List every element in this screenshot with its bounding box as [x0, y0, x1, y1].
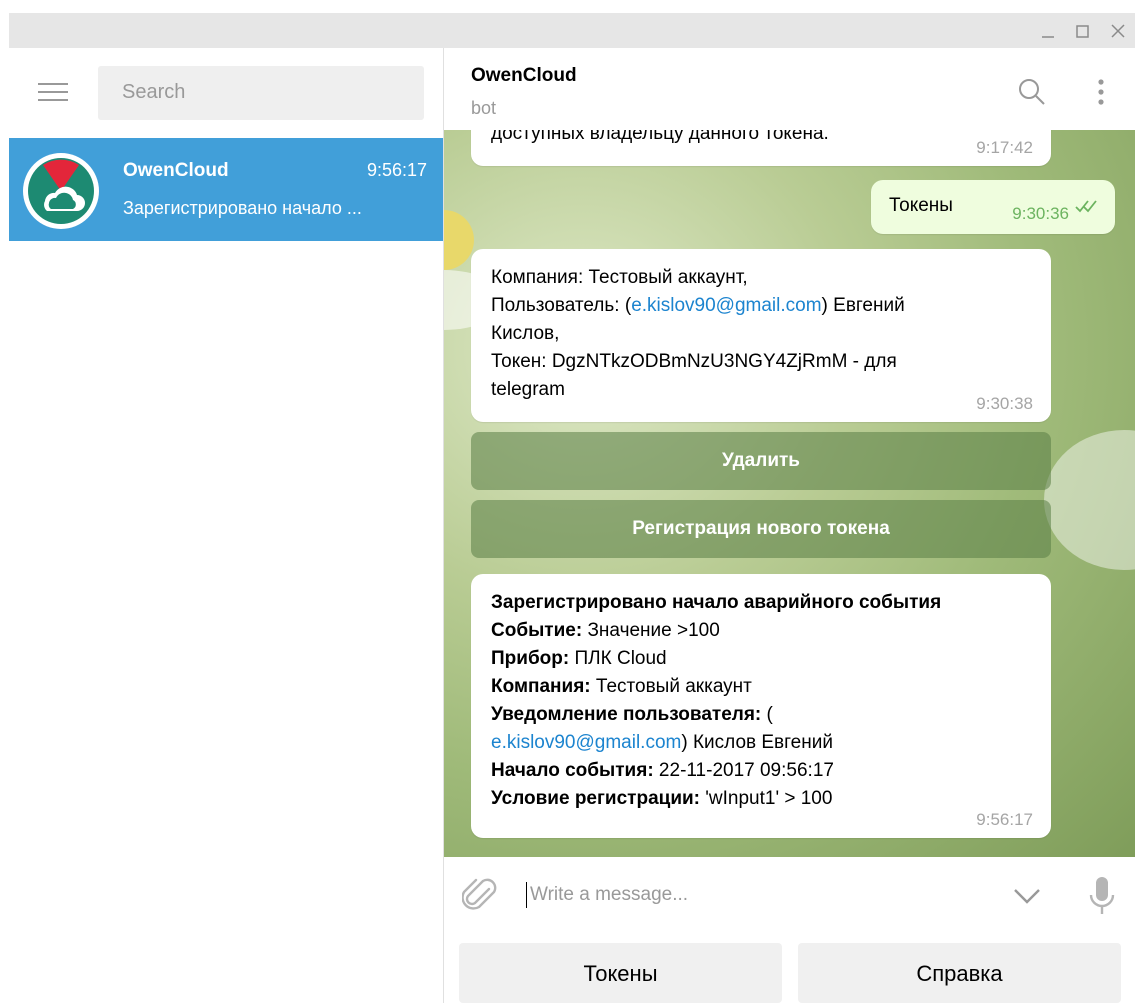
- message-line: Токен: DgzNTkzODBmNzU3NGY4ZjRmM - для: [491, 351, 897, 372]
- minimize-icon[interactable]: [1033, 13, 1061, 48]
- email-link[interactable]: e.kislov90@gmail.com: [631, 295, 821, 316]
- read-check-icon: [1075, 194, 1099, 222]
- alarm-notify-row-2: e.kislov90@gmail.com) Кислов Евгений: [491, 729, 1031, 757]
- field-value: ) Кислов Евгений: [681, 732, 833, 753]
- message-time: 9:30:36: [1012, 204, 1069, 223]
- attach-icon[interactable]: [461, 875, 498, 919]
- alarm-start-row: Начало события: 22-11-2017 09:56:17: [491, 757, 1031, 785]
- maximize-icon[interactable]: [1068, 13, 1096, 48]
- message-text: доступных владельцу данного токена.: [491, 130, 829, 144]
- alarm-device-row: Прибор: ПЛК Cloud: [491, 645, 1031, 673]
- chat-time: 9:56:17: [366, 160, 427, 180]
- chat-list-panel: Search OwenCloud 9:56:17 Зарегистрирован…: [9, 48, 443, 1003]
- alarm-title: Зарегистрировано начало аварийного событ…: [491, 592, 942, 613]
- chat-status: bot: [471, 98, 497, 118]
- inline-button-register-token[interactable]: Регистрация нового токена: [471, 500, 1051, 558]
- message-bubble: доступных владельцу данного токена. 9:17…: [471, 130, 1051, 166]
- alarm-condition-row: Условие регистрации: 'wInput1' > 100: [491, 785, 1031, 813]
- email-link[interactable]: e.kislov90@gmail.com: [491, 732, 681, 753]
- message-line: telegram: [491, 379, 565, 400]
- alarm-event-row: Событие: Значение >100: [491, 617, 1031, 645]
- alarm-message-bubble: Зарегистрировано начало аварийного событ…: [471, 574, 1051, 838]
- field-label: Компания:: [491, 676, 591, 697]
- message-text: Пользователь: (: [491, 295, 632, 316]
- field-value: 22-11-2017 09:56:17: [653, 760, 834, 781]
- message-line: Компания: Тестовый аккаунт,: [491, 267, 748, 288]
- message-line: Пользователь: (e.kislov90@gmail.com) Евг…: [491, 292, 1031, 320]
- field-label: Условие регистрации:: [491, 788, 700, 809]
- field-value: ПЛК Cloud: [569, 648, 667, 669]
- inline-button-delete[interactable]: Удалить: [471, 432, 1051, 490]
- chevron-down-icon[interactable]: [1012, 887, 1042, 909]
- chat-header: OwenCloud bot: [444, 48, 1135, 130]
- chat-messages-area[interactable]: доступных владельцу данного токена. 9:17…: [444, 130, 1135, 857]
- window-titlebar: [9, 13, 1135, 48]
- alarm-company-row: Компания: Тестовый аккаунт: [491, 673, 1031, 701]
- more-vertical-icon[interactable]: [1096, 78, 1106, 110]
- menu-icon[interactable]: [35, 80, 71, 106]
- message-input[interactable]: [530, 879, 980, 911]
- chat-preview: Зарегистрировано начало ...: [123, 198, 362, 218]
- field-value: Тестовый аккаунт: [590, 676, 752, 697]
- message-time: 9:30:38: [976, 394, 1033, 413]
- chat-name: OwenCloud: [123, 160, 229, 181]
- outgoing-message-bubble: Токены 9:30:36: [871, 180, 1115, 234]
- field-label: Уведомление пользователя:: [491, 704, 762, 725]
- background-flower: [444, 210, 474, 270]
- message-composer: [444, 857, 1135, 932]
- keyboard-button-tokens[interactable]: Токены: [459, 943, 782, 1003]
- message-line: Кислов,: [491, 323, 560, 344]
- field-value: (: [761, 704, 773, 725]
- field-value: Значение >100: [582, 620, 720, 641]
- alarm-notify-row: Уведомление пользователя: (: [491, 701, 1031, 729]
- close-icon[interactable]: [1103, 13, 1131, 48]
- chat-title[interactable]: OwenCloud: [471, 65, 577, 87]
- search-icon[interactable]: [1018, 78, 1046, 110]
- field-value: 'wInput1' > 100: [700, 788, 833, 809]
- message-time: 9:56:17: [976, 810, 1033, 829]
- message-text: ) Евгений: [821, 295, 905, 316]
- background-flower: [1044, 430, 1135, 570]
- message-bubble: Компания: Тестовый аккаунт, Пользователь…: [471, 249, 1051, 422]
- field-label: Прибор:: [491, 648, 570, 669]
- text-cursor: [526, 882, 527, 908]
- chat-list-item-owencloud[interactable]: OwenCloud 9:56:17 Зарегистрировано начал…: [9, 138, 443, 241]
- search-input[interactable]: Search: [98, 66, 424, 120]
- avatar: [23, 153, 99, 229]
- message-text: Токены: [889, 195, 953, 216]
- field-label: Начало события:: [491, 760, 654, 781]
- field-label: Событие:: [491, 620, 583, 641]
- message-time: 9:17:42: [976, 138, 1033, 157]
- microphone-icon[interactable]: [1088, 875, 1116, 921]
- keyboard-button-help[interactable]: Справка: [798, 943, 1121, 1003]
